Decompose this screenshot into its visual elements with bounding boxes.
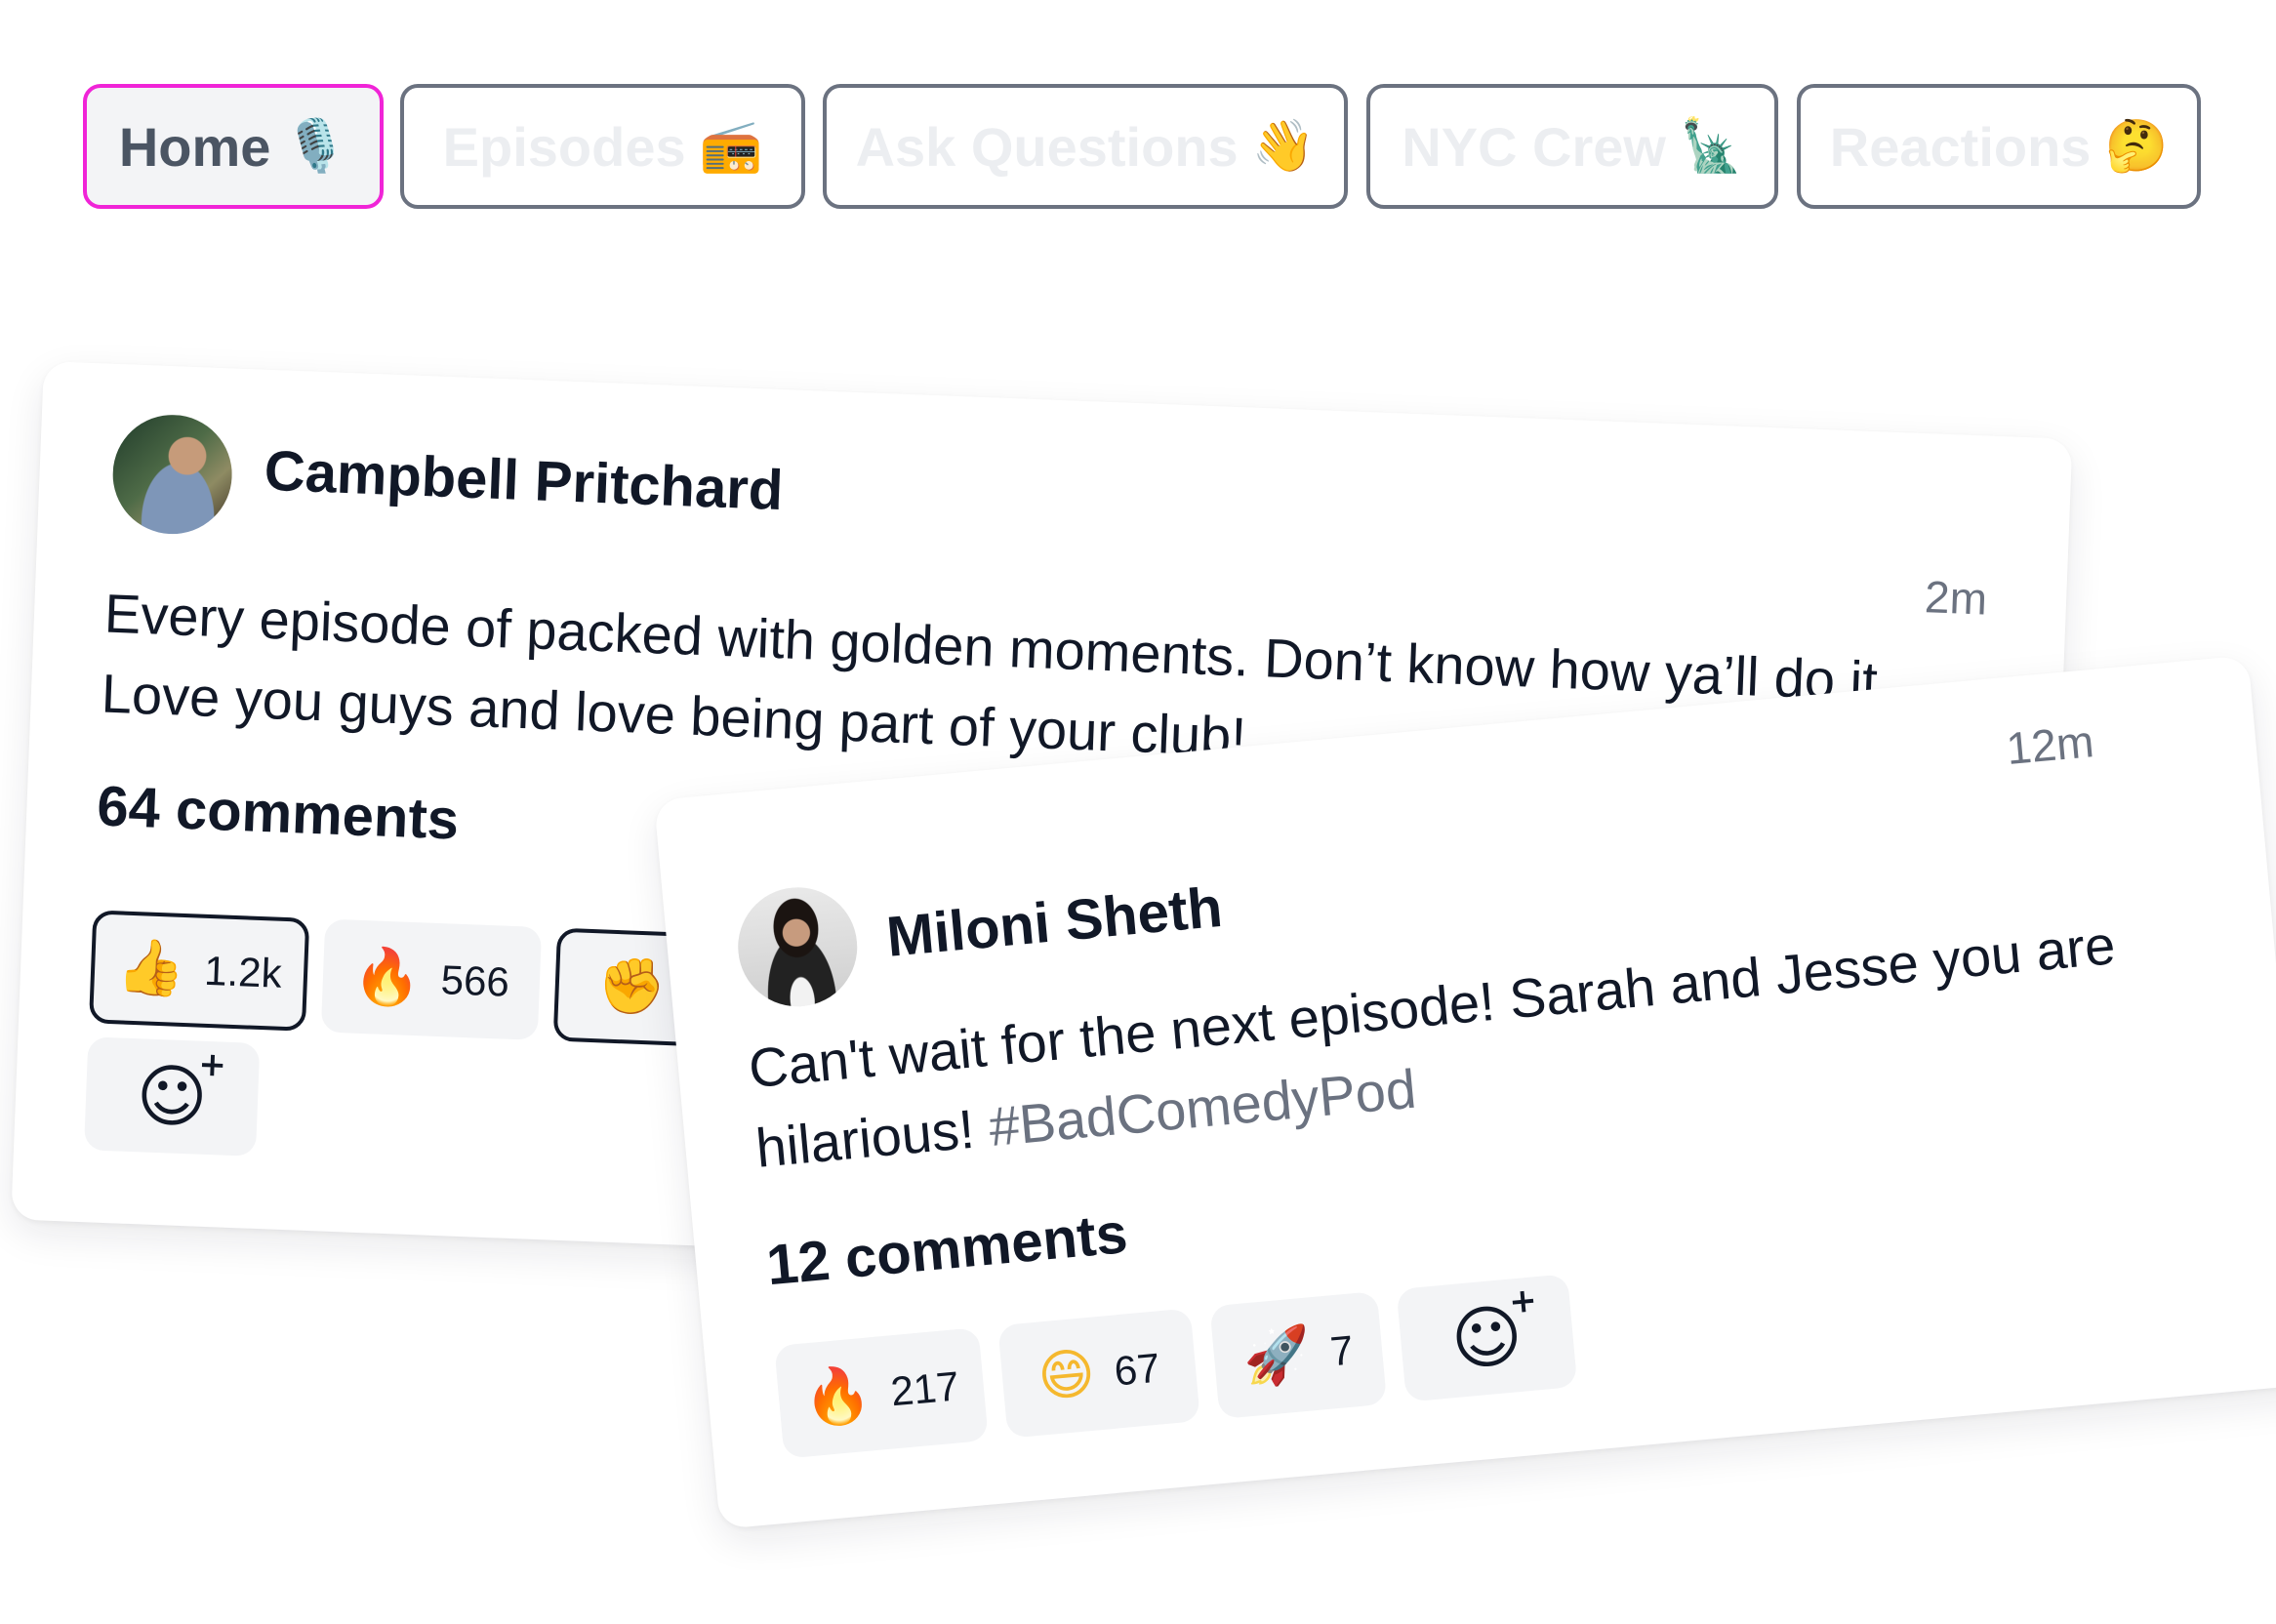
waving-hand-icon: 👋 — [1251, 117, 1316, 176]
thumbs-up-icon: 👍 — [115, 935, 186, 1001]
fire-icon: 🔥 — [351, 944, 424, 1011]
tab-episodes[interactable]: Episodes 📻 — [400, 84, 805, 209]
fire-icon: 🔥 — [800, 1361, 874, 1432]
tab-home-label: Home — [118, 115, 271, 178]
post-author[interactable]: Campbell Pritchard — [264, 438, 785, 523]
add-reaction-button[interactable]: ☺ + — [1396, 1274, 1578, 1402]
podcast-community-showcase: Home 🎙️ Episodes 📻 Ask Questions 👋 NYC C… — [0, 0, 2276, 1624]
tab-nyc-crew-label: NYC Crew — [1402, 115, 1666, 178]
tab-reactions-label: Reactions — [1829, 115, 2092, 178]
tab-reactions[interactable]: Reactions 🤔 — [1797, 84, 2201, 209]
reaction-count: 67 — [1112, 1344, 1162, 1395]
tab-ask-questions[interactable]: Ask Questions 👋 — [823, 84, 1348, 209]
reaction-count: 1.2k — [203, 947, 283, 996]
reaction-rocket[interactable]: 🚀 7 — [1209, 1290, 1388, 1420]
reaction-count: 217 — [888, 1362, 961, 1415]
reaction-count: 7 — [1328, 1326, 1356, 1375]
reaction-fire[interactable]: 🔥 217 — [774, 1327, 989, 1459]
raised-fist-icon: ✊ — [596, 954, 668, 1020]
thinking-face-icon: 🤔 — [2104, 117, 2169, 176]
radio-icon: 📻 — [699, 117, 763, 176]
hashtag-link[interactable]: #BadComedyPod — [987, 1058, 1419, 1158]
add-reaction-icon: ☺ + — [1447, 1280, 1539, 1382]
comment-count[interactable]: 12 comments — [764, 1200, 1130, 1298]
avatar[interactable] — [110, 412, 234, 537]
post-timestamp: 2m — [1924, 571, 1989, 625]
tab-ask-questions-label: Ask Questions — [855, 115, 1239, 178]
microphone-icon: 🎙️ — [284, 117, 348, 176]
tab-episodes-label: Episodes — [442, 115, 686, 178]
avatar[interactable] — [732, 881, 863, 1012]
tab-home[interactable]: Home 🎙️ — [83, 84, 384, 209]
grinning-face-icon: 😄 — [1035, 1341, 1098, 1410]
reaction-fire[interactable]: 🔥 566 — [320, 918, 543, 1040]
tab-nyc-crew[interactable]: NYC Crew 🗽 — [1366, 84, 1778, 209]
post-author[interactable]: Miloni Sheth — [884, 874, 1225, 970]
comment-count[interactable]: 64 comments — [96, 773, 460, 852]
add-reaction-icon: ☺ + — [135, 1044, 227, 1138]
post-timestamp: 12m — [2004, 715, 2096, 775]
reaction-thumbs-up[interactable]: 👍 1.2k — [88, 910, 310, 1032]
add-reaction-button[interactable]: ☺ + — [84, 1036, 261, 1157]
reaction-count: 566 — [439, 956, 510, 1005]
post-card-miloni: 12m Miloni Sheth Can't wait for the next… — [654, 655, 2276, 1529]
rocket-icon: 🚀 — [1240, 1321, 1315, 1392]
reaction-grin[interactable]: 😄 67 — [997, 1308, 1200, 1439]
statue-of-liberty-icon: 🗽 — [1679, 117, 1743, 176]
